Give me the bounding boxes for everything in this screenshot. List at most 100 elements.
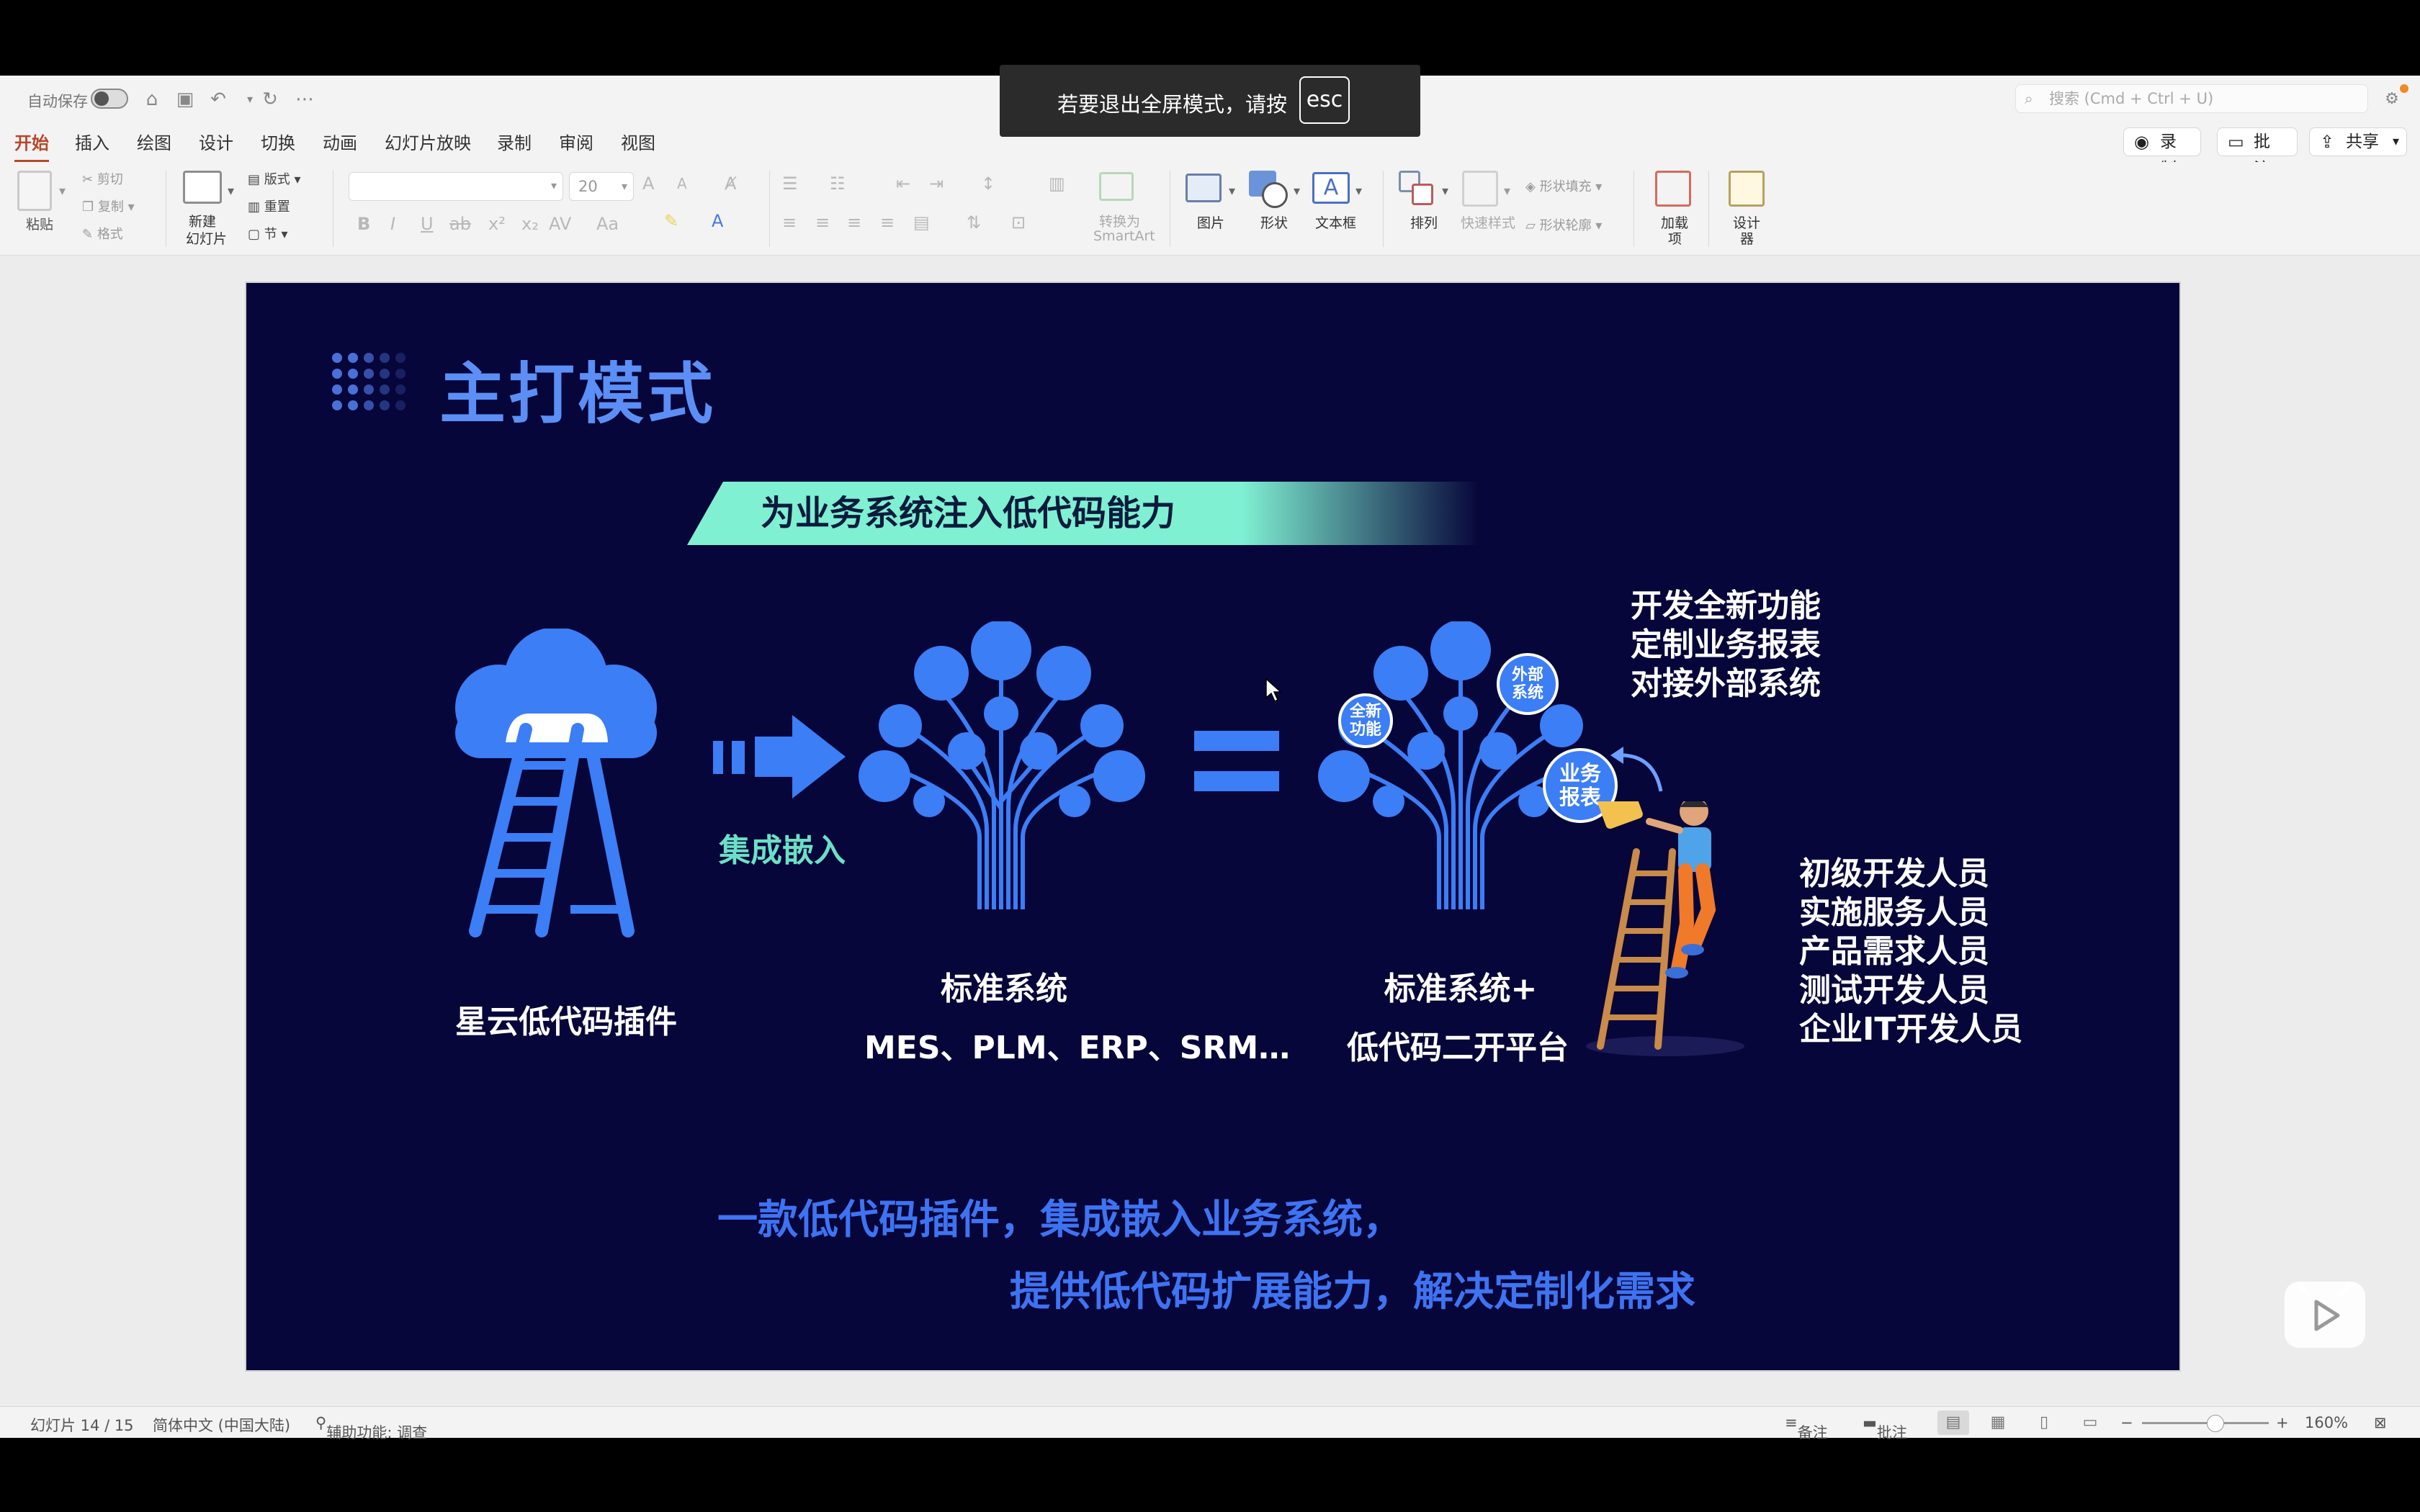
paste-dropdown-icon[interactable]: ▾	[59, 184, 66, 199]
play-button[interactable]	[2285, 1282, 2365, 1348]
reset-button[interactable]: ▥ 重置	[248, 197, 290, 215]
font-color-icon[interactable]: A	[712, 211, 723, 231]
home-icon[interactable]: ⌂	[140, 87, 164, 112]
share-button[interactable]: ⇪ 共享 ▾	[2309, 127, 2407, 156]
superscript-icon[interactable]: x²	[488, 214, 506, 234]
comments-button[interactable]: ▬ 批注	[1863, 1414, 1907, 1441]
more-icon[interactable]: ⋯	[292, 87, 317, 112]
comment-button[interactable]: ▭ 批注	[2217, 127, 2298, 179]
grow-font-icon[interactable]: A	[642, 174, 654, 194]
tab-home[interactable]: 开始	[14, 129, 49, 163]
zoom-in-icon[interactable]: +	[2276, 1414, 2289, 1431]
autosave-toggle[interactable]	[91, 89, 128, 109]
slide-sorter-icon[interactable]: ▦	[1982, 1410, 2014, 1435]
tab-review[interactable]: 审阅	[559, 129, 593, 160]
shape-fill-button[interactable]: ◈ 形状填充 ▾	[1525, 176, 1602, 195]
designer-icon[interactable]	[1729, 171, 1765, 207]
format-painter-button[interactable]: ✎ 格式	[82, 224, 123, 243]
zoom-slider-track[interactable]	[2142, 1422, 2269, 1424]
mouse-cursor-icon	[1265, 678, 1282, 703]
underline-icon[interactable]: U	[421, 214, 434, 234]
copy-button[interactable]: ❐ 复制 ▾	[82, 197, 135, 215]
justify-icon[interactable]: ≡	[880, 212, 895, 233]
shape-circle-icon[interactable]	[1262, 182, 1288, 208]
paste-icon[interactable]	[17, 171, 52, 211]
shape-outline-button[interactable]: ▱ 形状轮廓 ▾	[1525, 215, 1602, 234]
tab-design[interactable]: 设计	[199, 129, 233, 160]
cut-button[interactable]: ✂ 剪切	[82, 169, 123, 188]
tab-slideshow[interactable]: 幻灯片放映	[385, 129, 471, 160]
record-button[interactable]: ◉ 录制	[2123, 127, 2201, 179]
font-size-value: 20	[578, 178, 598, 195]
font-size-select[interactable]: 20 ▾	[569, 172, 634, 201]
quick-styles-icon[interactable]	[1462, 171, 1498, 207]
picture-icon[interactable]	[1186, 174, 1222, 202]
bullets-icon[interactable]: ☰	[782, 174, 798, 194]
tab-animations[interactable]: 动画	[323, 129, 357, 160]
tab-record[interactable]: 录制	[497, 129, 532, 160]
textbox-dropdown-icon[interactable]: ▾	[1355, 184, 1362, 199]
font-family-select[interactable]: ▾	[349, 172, 563, 201]
highlight-icon[interactable]: ✎	[664, 211, 678, 231]
tab-insert[interactable]: 插入	[75, 129, 109, 160]
bold-icon[interactable]: B	[357, 214, 370, 234]
slideshow-view-icon[interactable]: ▭	[2074, 1410, 2106, 1435]
align-left-icon[interactable]: ≡	[782, 212, 797, 233]
arrange-dropdown-icon[interactable]: ▾	[1442, 184, 1448, 199]
align-center-icon[interactable]: ≡	[815, 212, 830, 233]
smartart-icon[interactable]	[1099, 172, 1134, 201]
language-indicator[interactable]: 简体中文 (中国大陆)	[153, 1414, 290, 1436]
tab-transitions[interactable]: 切换	[261, 129, 295, 160]
zoom-out-icon[interactable]: −	[2120, 1414, 2133, 1431]
addins-icon[interactable]	[1655, 171, 1691, 207]
align-right-icon[interactable]: ≡	[847, 212, 861, 233]
undo-icon[interactable]: ↶	[206, 87, 230, 112]
picture-dropdown-icon[interactable]: ▾	[1229, 184, 1235, 199]
picture-label: 图片	[1197, 215, 1225, 231]
zoom-level[interactable]: 160%	[2305, 1414, 2348, 1431]
columns-icon[interactable]: ▥	[1049, 174, 1065, 194]
shrink-font-icon[interactable]: A	[677, 175, 687, 192]
distributed-icon[interactable]: ▤	[913, 212, 930, 233]
new-slide-dropdown-icon[interactable]: ▾	[228, 184, 234, 199]
char-spacing-icon[interactable]: AV	[549, 214, 571, 234]
change-case-icon[interactable]: Aa	[596, 214, 619, 234]
zoom-slider-thumb[interactable]	[2207, 1415, 2224, 1432]
save-icon[interactable]: ▣	[173, 87, 197, 112]
tab-draw[interactable]: 绘图	[137, 129, 171, 160]
line-spacing-icon[interactable]: ↕	[981, 174, 995, 194]
strikethrough-icon[interactable]: ab	[449, 214, 471, 234]
summary-line-2: 提供低代码扩展能力，解决定制化需求	[1010, 1269, 1695, 1315]
quick-styles-dropdown-icon[interactable]: ▾	[1504, 184, 1510, 199]
divider	[769, 171, 770, 247]
autosave-label: 自动保存	[27, 93, 88, 110]
redo-icon[interactable]: ↻	[258, 87, 282, 112]
subscript-icon[interactable]: x₂	[521, 214, 539, 234]
decrease-indent-icon[interactable]: ⇤	[896, 174, 910, 194]
arrange-icon-back	[1412, 184, 1433, 205]
italic-icon[interactable]: I	[390, 214, 395, 234]
align-text-icon[interactable]: ⊡	[1011, 212, 1026, 233]
clear-format-icon[interactable]: Ⱥ	[725, 174, 736, 194]
feature-list: 开发全新功能 定制业务报表 对接外部系统	[1631, 587, 1821, 703]
fit-to-window-icon[interactable]: ⊠	[2374, 1414, 2387, 1431]
textbox-icon[interactable]: A	[1312, 172, 1350, 204]
text-direction-icon[interactable]: ⇅	[967, 212, 981, 233]
numbering-icon[interactable]: ☷	[830, 174, 846, 194]
chevron-down-icon: ▾	[2392, 134, 2399, 149]
layout-button[interactable]: ▤ 版式 ▾	[248, 169, 301, 188]
arrange-label: 排列	[1410, 215, 1438, 231]
tab-view[interactable]: 视图	[621, 129, 655, 160]
slide-canvas[interactable]: 主打模式 为业务系统注入低代码能力 星云低代码插件 集成嵌入 标准系统 MES、…	[246, 283, 2179, 1370]
search-input[interactable]: ⌕ 搜索 (Cmd + Ctrl + U)	[2015, 84, 2368, 113]
notes-button[interactable]: ≡ 备注	[1785, 1414, 1828, 1441]
section-button[interactable]: ▢ 节 ▾	[248, 224, 288, 243]
shape-dropdown-icon[interactable]: ▾	[1294, 184, 1300, 199]
reading-view-icon[interactable]: ▯	[2028, 1410, 2060, 1435]
accessibility-button[interactable]: ⚲ 辅助功能: 调查	[315, 1414, 427, 1441]
normal-view-icon[interactable]: ▤	[1937, 1410, 1969, 1435]
new-slide-icon[interactable]	[183, 171, 222, 204]
dots-decoration-icon	[332, 353, 405, 410]
extended-system-label: 标准系统+	[1384, 971, 1538, 1007]
increase-indent-icon[interactable]: ⇥	[929, 174, 944, 194]
